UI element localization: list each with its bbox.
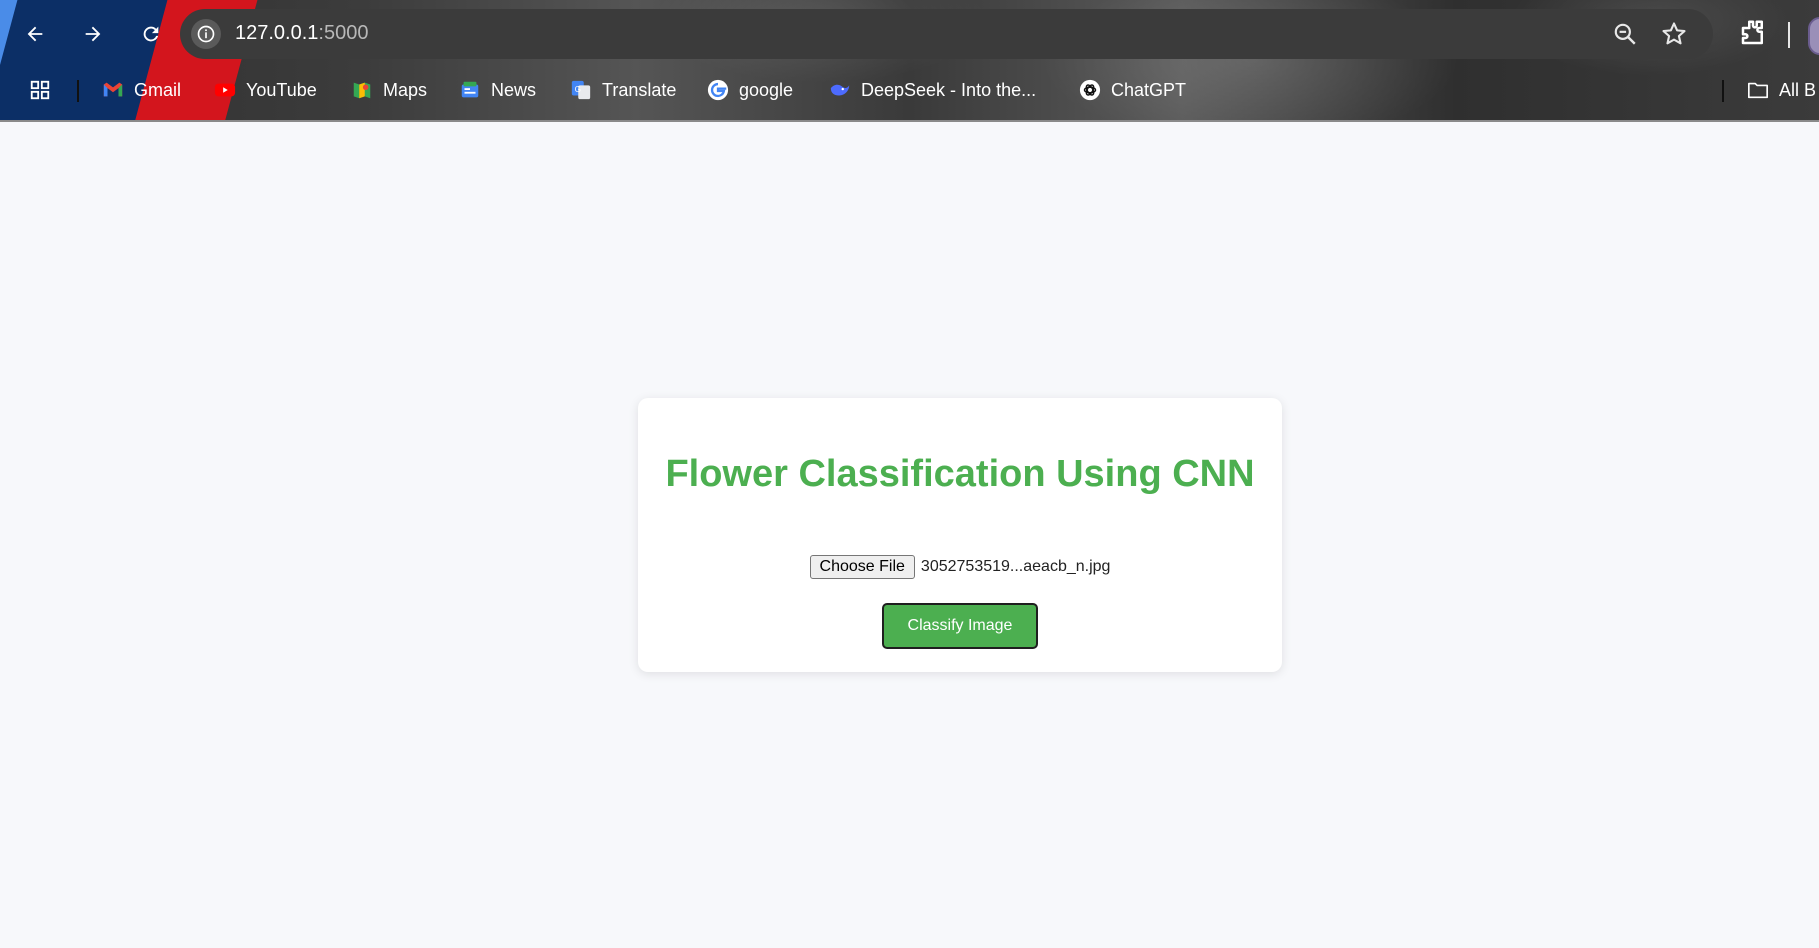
apps-button[interactable] (29, 78, 51, 102)
page-title: Flower Classification Using CNN (665, 453, 1255, 495)
classify-image-button[interactable]: Classify Image (882, 603, 1038, 649)
site-info-button[interactable] (191, 19, 221, 49)
all-bookmarks-label: All B (1779, 79, 1817, 100)
bookmark-chatgpt[interactable]: ChatGPT (1079, 78, 1186, 102)
bookmark-label: YouTube (246, 79, 317, 100)
svg-text:G: G (575, 85, 581, 94)
browser-chrome: 127.0.0.1:5000 Gmail YouTube Maps News G… (0, 0, 1819, 122)
bookmark-translate[interactable]: G Translate (570, 78, 676, 102)
bookmark-google[interactable]: google (707, 78, 793, 102)
url-host: 127.0.0.1 (235, 22, 319, 44)
forward-arrow-icon (85, 26, 101, 42)
file-input[interactable]: Choose File 3052753519...aeacb_n.jpg (638, 555, 1282, 579)
translate-icon: G (570, 79, 592, 101)
selected-file-name: 3052753519...aeacb_n.jpg (920, 558, 1111, 575)
youtube-icon (214, 79, 236, 101)
reload-button[interactable] (133, 16, 169, 52)
all-bookmarks-button[interactable]: All B (1747, 78, 1816, 102)
extensions-icon[interactable] (1738, 18, 1768, 48)
choose-file-button[interactable]: Choose File (809, 555, 915, 579)
bookmark-label: ChatGPT (1111, 79, 1187, 100)
news-icon (459, 79, 481, 101)
toolbar-divider (1788, 22, 1790, 48)
bookmark-label: Gmail (134, 79, 182, 100)
profile-avatar[interactable] (1808, 17, 1819, 55)
bookmark-label: News (491, 79, 537, 100)
bookmark-label: google (739, 79, 794, 100)
bookmark-label: DeepSeek - Into the... (861, 79, 1037, 100)
folder-icon (1747, 79, 1769, 101)
zoom-icon[interactable] (1612, 21, 1638, 47)
url-port: :5000 (318, 22, 369, 44)
reload-icon (143, 26, 159, 42)
url-text[interactable]: 127.0.0.1:5000 (235, 22, 368, 45)
bookmark-news[interactable]: News (459, 78, 536, 102)
maps-icon (351, 79, 373, 101)
info-icon (197, 25, 215, 43)
address-bar[interactable]: 127.0.0.1:5000 (180, 9, 1713, 59)
bookmark-deepseek[interactable]: DeepSeek - Into the... (829, 78, 1036, 102)
back-button[interactable] (17, 16, 53, 52)
bookmark-youtube[interactable]: YouTube (214, 78, 317, 102)
upload-card: Flower Classification Using CNN Choose F… (638, 398, 1282, 672)
bookmark-star-icon[interactable] (1660, 20, 1688, 48)
deepseek-icon (829, 79, 851, 101)
apps-grid-icon (29, 79, 51, 101)
bookmarks-divider (77, 80, 79, 102)
gmail-icon (102, 79, 124, 101)
chatgpt-icon (1079, 79, 1101, 101)
bookmark-label: Maps (383, 79, 428, 100)
bookmarks-divider (1722, 80, 1724, 102)
forward-button[interactable] (75, 16, 111, 52)
chrome-divider (0, 120, 1819, 122)
bookmark-maps[interactable]: Maps (351, 78, 427, 102)
bookmark-label: Translate (602, 79, 677, 100)
back-arrow-icon (27, 26, 43, 42)
google-icon (707, 79, 729, 101)
bookmark-gmail[interactable]: Gmail (102, 78, 181, 102)
